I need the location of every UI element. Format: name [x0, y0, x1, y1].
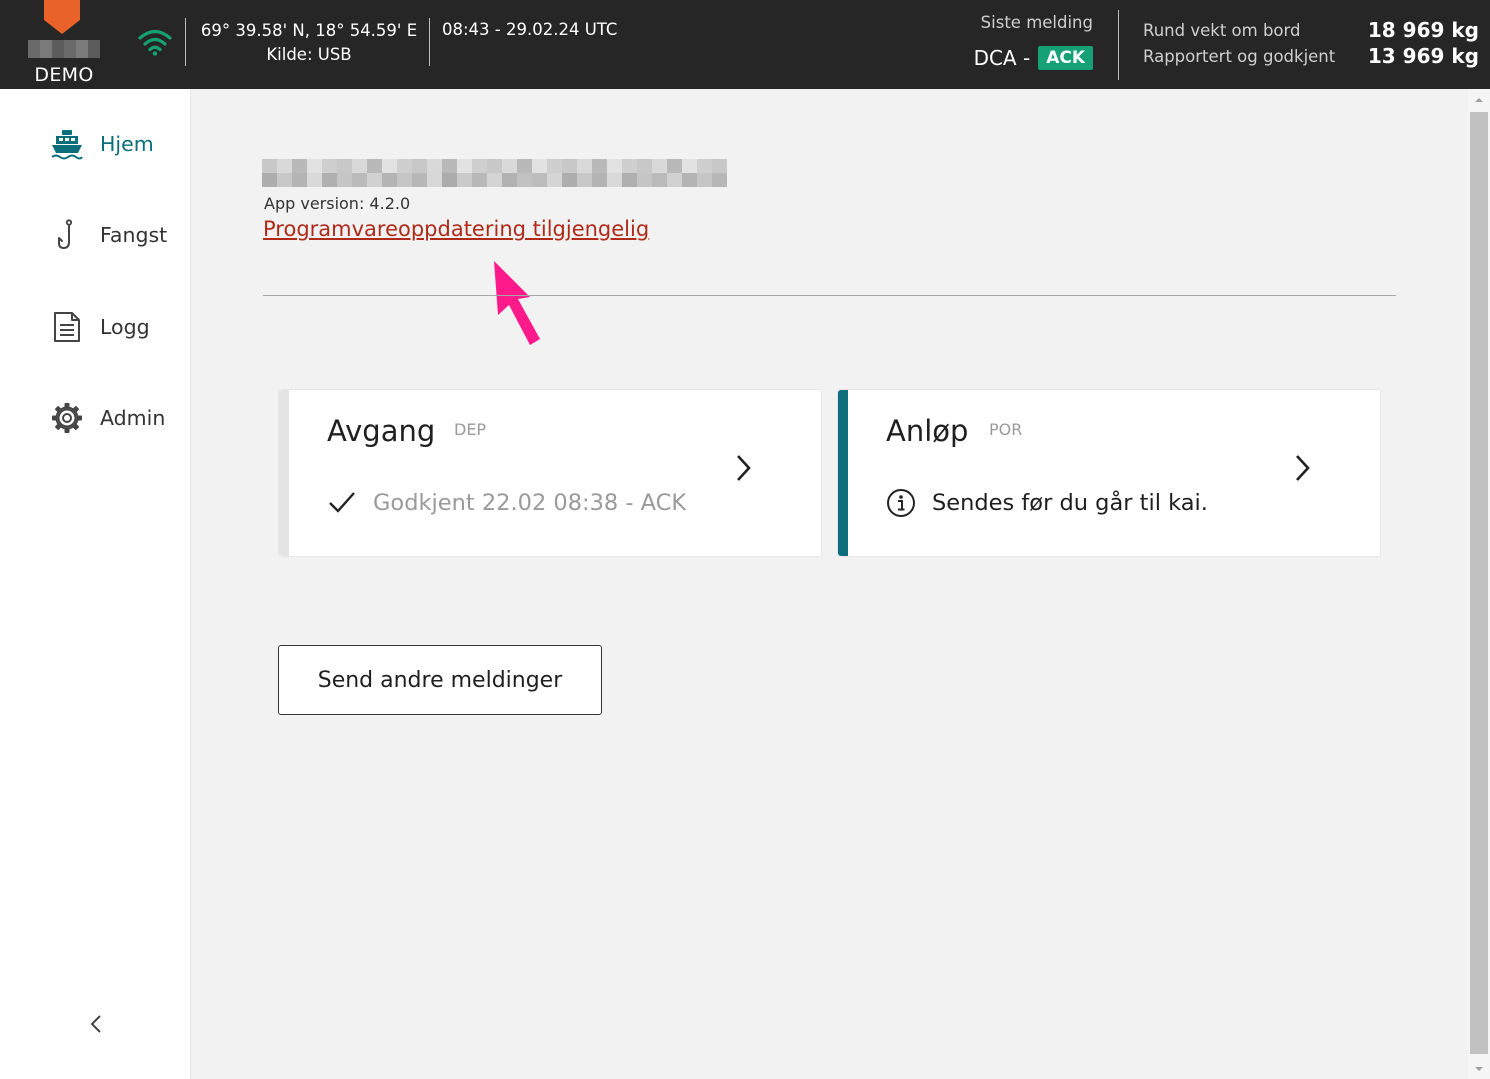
arrival-card[interactable]: Anløp POR Sendes før du går til kai. [837, 389, 1381, 557]
last-message: DCA - ACK [974, 46, 1093, 70]
vessel-flag-icon [44, 0, 80, 34]
scroll-up-arrow-icon[interactable] [1474, 95, 1484, 105]
chevron-left-icon [90, 1015, 101, 1033]
sidebar: Hjem Fangst Logg Admin [0, 89, 191, 1079]
card-title: Avgang [327, 414, 436, 448]
header-divider [429, 18, 430, 66]
sidebar-item-label: Hjem [100, 132, 154, 156]
send-other-messages-button[interactable]: Send andre meldinger [278, 645, 602, 715]
ship-icon [50, 127, 84, 161]
header-divider [1118, 10, 1119, 80]
section-divider [263, 295, 1396, 296]
vessel-title-redacted [262, 159, 727, 187]
round-weight-label: Rund vekt om bord [1143, 20, 1301, 40]
card-status: Sendes før du går til kai. [886, 488, 1208, 518]
card-status-text: Godkjent 22.02 08:38 - ACK [373, 490, 687, 516]
last-message-label: Siste melding [980, 13, 1093, 32]
sidebar-collapse-button[interactable] [84, 1009, 108, 1039]
utc-datetime: 08:43 - 29.02.24 UTC [442, 20, 618, 39]
checkmark-icon [329, 492, 355, 513]
document-icon [50, 310, 84, 344]
card-accent-bar [838, 390, 848, 556]
top-bar: DEMO 69° 39.58' N, 18° 54.59' E Kilde: U… [0, 0, 1490, 89]
fishing-hook-icon [50, 218, 84, 252]
weight-summary: Rund vekt om bord 18 969 kg Rapportert o… [1143, 17, 1479, 69]
annotation-arrow-icon [494, 261, 540, 345]
vessel-name-redacted [28, 40, 100, 58]
software-update-link[interactable]: Programvareoppdatering tilgjengelig [263, 217, 649, 241]
chevron-right-icon [1296, 455, 1310, 481]
header-divider [185, 18, 186, 66]
sidebar-item-admin[interactable]: Admin [50, 398, 165, 438]
gps-position: 69° 39.58' N, 18° 54.59' E Kilde: USB [198, 19, 420, 67]
chevron-right-icon [737, 455, 751, 481]
vessel-logo: DEMO [28, 0, 100, 89]
reported-weight-label: Rapportert og godkjent [1143, 46, 1336, 66]
card-code: POR [989, 420, 1023, 439]
card-status: Godkjent 22.02 08:38 - ACK [327, 488, 686, 518]
card-status-text: Sendes før du går til kai. [932, 490, 1208, 516]
sidebar-item-hjem[interactable]: Hjem [50, 124, 154, 164]
departure-card[interactable]: Avgang DEP Godkjent 22.02 08:38 - ACK [278, 389, 822, 557]
sidebar-item-fangst[interactable]: Fangst [50, 215, 167, 255]
sidebar-item-label: Admin [100, 406, 166, 430]
info-icon [887, 489, 915, 517]
round-weight-value: 18 969 kg [1367, 18, 1479, 42]
sidebar-item-label: Fangst [100, 223, 168, 247]
card-accent-bar [279, 390, 289, 556]
main-content: App version: 4.2.0 Programvareoppdaterin… [191, 89, 1468, 1079]
wifi-icon [138, 29, 172, 56]
sidebar-item-logg[interactable]: Logg [50, 307, 150, 347]
gear-icon [50, 401, 84, 435]
sidebar-item-label: Logg [100, 315, 150, 339]
card-code: DEP [454, 420, 487, 439]
card-title: Anløp [886, 414, 969, 448]
scroll-down-arrow-icon[interactable] [1474, 1064, 1484, 1074]
ack-badge: ACK [1038, 46, 1093, 70]
scrollbar-thumb[interactable] [1470, 112, 1488, 1054]
app-version: App version: 4.2.0 [264, 194, 411, 213]
gps-source: Kilde: USB [266, 45, 352, 64]
reported-weight-value: 13 969 kg [1367, 44, 1479, 68]
last-message-type: DCA - [973, 46, 1031, 70]
gps-coordinates: 69° 39.58' N, 18° 54.59' E [200, 21, 418, 40]
demo-label: DEMO [34, 64, 94, 86]
